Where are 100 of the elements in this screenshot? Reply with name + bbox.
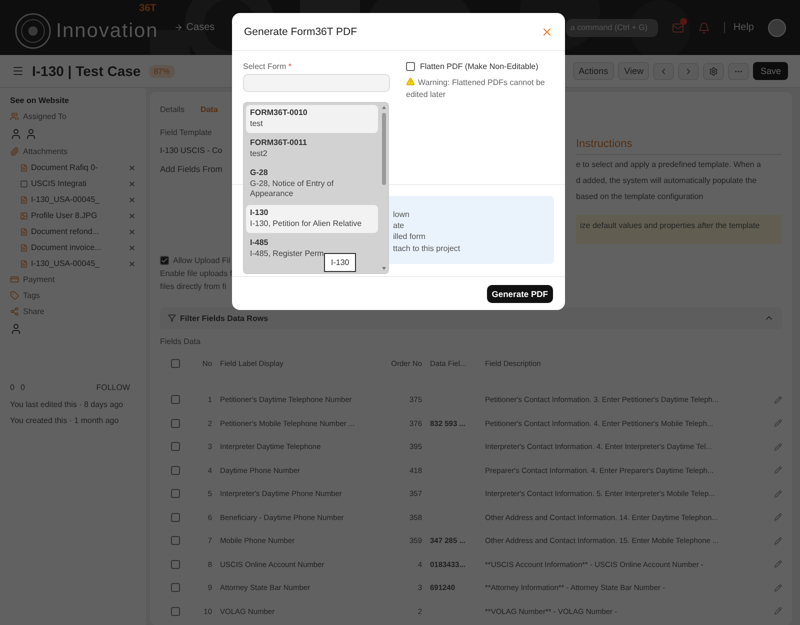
instructions-text: e to select and apply a predefined template. When a	[576, 159, 762, 171]
checkbox[interactable]	[170, 583, 180, 592]
attachment-link[interactable]: Document refond...	[31, 227, 125, 236]
checkbox[interactable]	[170, 560, 180, 569]
settings-icon	[709, 66, 718, 76]
edit-icon[interactable]	[774, 466, 782, 474]
edit-icon[interactable]	[774, 442, 782, 451]
filter-icon	[168, 314, 176, 322]
check-icon	[161, 257, 168, 264]
next-button[interactable]	[678, 62, 700, 80]
instructions-text: d added, the system will automatically populate the	[576, 175, 757, 187]
edit-icon[interactable]	[774, 584, 782, 592]
dropdown-option[interactable]: G-28 G-28, Notice of Entry of Appearance	[246, 164, 378, 204]
attachment-link[interactable]: Profile User 8.JPG	[31, 211, 125, 220]
notification-icon[interactable]	[698, 22, 710, 34]
field-label: Field Template	[160, 128, 212, 137]
nav-link[interactable]: Cases	[174, 22, 215, 33]
remove-icon[interactable]	[128, 196, 136, 204]
checkbox[interactable]	[406, 62, 415, 71]
menu-icon[interactable]	[12, 65, 24, 77]
file-icon	[20, 228, 28, 236]
checkbox[interactable]	[170, 512, 180, 522]
instructions-title: Instructions	[576, 138, 632, 152]
section-label: Attachments	[23, 147, 68, 156]
dropdown-option[interactable]: FORM36T-0011 test2	[246, 134, 311, 163]
file-icon	[20, 244, 28, 252]
website-link[interactable]: See on Website	[10, 96, 136, 105]
edit-icon[interactable]	[774, 536, 782, 545]
edit-icon[interactable]	[774, 607, 782, 616]
help-link[interactable]: Help	[724, 22, 754, 33]
remove-icon[interactable]	[128, 260, 136, 268]
table-title: Fields Data	[160, 337, 200, 347]
info-text: lown	[393, 209, 410, 220]
checkbox[interactable]	[170, 606, 180, 616]
tab[interactable]: Data	[200, 104, 218, 114]
settings-button[interactable]	[703, 62, 724, 80]
checkbox[interactable]	[170, 466, 180, 475]
more-button[interactable]	[728, 62, 750, 80]
checkbox[interactable]	[170, 395, 180, 404]
remove-icon[interactable]	[128, 212, 136, 220]
dropdown-option[interactable]: FORM36T-0010 test	[246, 105, 378, 133]
tooltip: I-130	[324, 253, 356, 272]
help-text: files directly from fi	[160, 282, 226, 291]
info-text: ttach to this project	[393, 242, 460, 254]
attachment-link[interactable]: I-130_USA-00045_	[31, 259, 125, 268]
attachment-link[interactable]: Document Rafiq 0-	[31, 163, 125, 172]
previous-button[interactable]	[653, 62, 674, 80]
remove-icon[interactable]	[128, 244, 136, 252]
checkbox[interactable]	[170, 418, 180, 428]
logo-text: Innovation	[56, 18, 158, 42]
close-button[interactable]	[541, 26, 553, 38]
checkbox[interactable]	[170, 536, 180, 546]
filter-bar[interactable]: Filter Fields Data Rows	[160, 307, 782, 329]
file-icon	[20, 260, 28, 268]
edit-icon[interactable]	[774, 560, 782, 568]
case-title: I-130 | Test Case	[32, 63, 141, 79]
info-text: ate	[393, 220, 404, 232]
checkbox[interactable]	[170, 489, 180, 498]
field-label: Select Form *	[243, 62, 292, 71]
dropdown-option[interactable]: I-130 I-130, Petition for Alien Relative	[246, 205, 378, 233]
tag-icon	[10, 291, 19, 300]
attachment-link[interactable]: Document invoice...	[31, 243, 125, 252]
user-avatar-icon	[10, 323, 22, 335]
section-label: Tags	[23, 291, 40, 300]
edit-icon[interactable]	[774, 513, 782, 522]
checkbox[interactable]	[170, 442, 180, 452]
remove-icon[interactable]	[128, 180, 136, 188]
card-icon	[10, 275, 19, 284]
users-icon	[10, 112, 19, 121]
info-text: illed form	[393, 231, 426, 243]
warning-icon	[406, 77, 415, 86]
edit-icon[interactable]	[774, 396, 782, 404]
attachment-link[interactable]: I-130_USA-00045_	[31, 195, 125, 204]
checkbox-label: Flatten PDF (Make Non-Editable)	[420, 62, 538, 71]
checkbox[interactable]	[160, 256, 169, 265]
image-file-icon	[20, 212, 28, 220]
tab[interactable]: Details	[160, 104, 184, 114]
template-select[interactable]: I-130 USCIS - Co	[160, 146, 222, 155]
edit-icon[interactable]	[774, 419, 782, 428]
activity-text: You last edited this · 8 days ago	[10, 400, 124, 409]
attachment-link[interactable]: USCIS Integrati	[31, 179, 125, 188]
share-icon	[10, 307, 19, 316]
checkbox[interactable]	[170, 359, 180, 368]
save-button[interactable]: Save	[753, 62, 788, 80]
modal-title: Generate Form36T PDF	[244, 26, 358, 38]
add-fields-label: Add Fields From	[160, 164, 222, 174]
user-avatar-icon	[25, 128, 37, 140]
toolbar-button[interactable]: View	[618, 62, 650, 80]
counter: 0	[10, 383, 14, 392]
select-field[interactable]	[243, 74, 390, 92]
checkbox-label: Allow Upload Fil	[173, 256, 230, 265]
remove-icon[interactable]	[128, 228, 136, 236]
remove-icon[interactable]	[128, 164, 136, 172]
edit-icon[interactable]	[774, 490, 782, 498]
follow-button[interactable]: FOLLOW	[90, 382, 136, 393]
logo-mark: 36T	[139, 2, 156, 14]
toolbar-button[interactable]: Actions	[572, 62, 614, 80]
generate-pdf-button[interactable]: Generate PDF	[486, 284, 553, 302]
section-label: Assigned To	[23, 112, 66, 121]
progress-badge: 87%	[148, 64, 175, 78]
